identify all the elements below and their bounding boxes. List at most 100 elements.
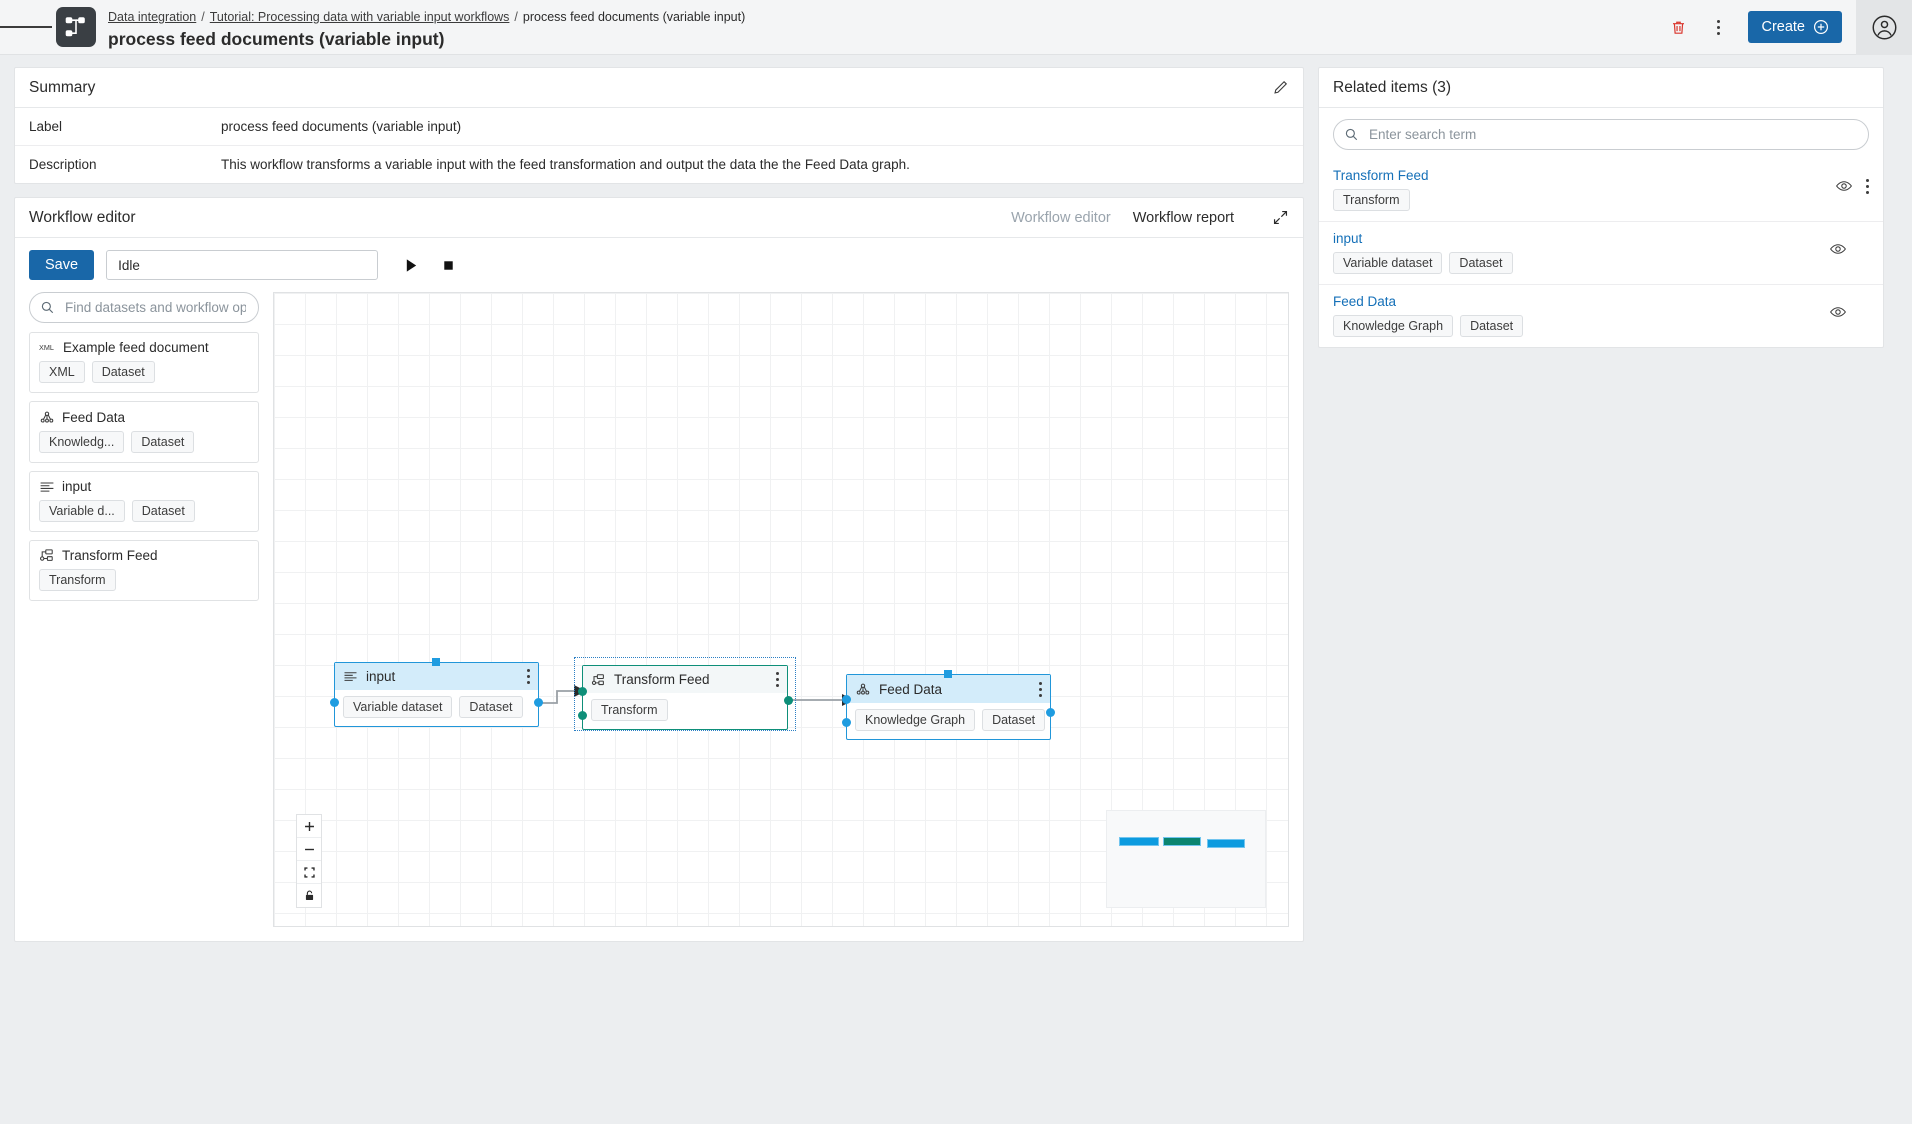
chip: Knowledge Graph [855, 709, 975, 731]
canvas-node-port-input-2[interactable] [578, 711, 587, 720]
canvas-node-label: Transform Feed [614, 672, 710, 687]
chip: Dataset [92, 361, 155, 383]
palette-item-example-feed-document[interactable]: XML Example feed document XML Dataset [29, 332, 259, 393]
search-icon [40, 300, 55, 315]
summary-key-label: Label [29, 119, 221, 134]
fit-view-icon[interactable] [297, 861, 321, 884]
canvas-controls [296, 814, 322, 908]
eye-preview-icon[interactable] [1829, 303, 1847, 321]
hamburger-icon[interactable] [0, 0, 52, 54]
tab-workflow-report[interactable]: Workflow report [1133, 210, 1234, 226]
pencil-edit-icon[interactable] [1272, 79, 1289, 96]
palette-item-transform-feed[interactable]: Transform Feed Transform [29, 540, 259, 601]
canvas-node-port-input[interactable] [578, 687, 587, 696]
search-icon [1344, 127, 1359, 142]
chip: Dataset [459, 696, 522, 718]
palette-item-chips: Transform [39, 569, 249, 591]
canvas-node-port-input[interactable] [330, 698, 339, 707]
trash-icon[interactable] [1658, 7, 1698, 47]
palette-search-input[interactable] [63, 299, 248, 316]
play-triangle-icon[interactable] [404, 258, 419, 273]
stop-square-icon[interactable] [441, 258, 456, 273]
chip: Knowledge Graph [1333, 315, 1453, 337]
eye-preview-icon[interactable] [1835, 177, 1853, 195]
canvas-node-feed-data[interactable]: Feed Data Knowledge Graph Dataset [846, 674, 1051, 740]
svg-text:XML: XML [39, 343, 54, 352]
related-item-feed-data[interactable]: Feed Data Knowledge Graph Dataset [1319, 285, 1883, 347]
canvas-node-resize-handle[interactable] [944, 670, 952, 678]
related-items-title: Related items (3) [1333, 79, 1451, 97]
chip: Dataset [132, 500, 195, 522]
related-item-transform-feed[interactable]: Transform Feed Transform [1319, 159, 1883, 222]
kebab-menu-icon[interactable] [1866, 179, 1869, 194]
chip: Dataset [131, 431, 194, 453]
create-button[interactable]: Create [1748, 11, 1842, 43]
lock-icon[interactable] [297, 884, 321, 907]
related-items-search[interactable] [1333, 119, 1869, 150]
related-item-input[interactable]: input Variable dataset Dataset [1319, 222, 1883, 285]
workflow-canvas[interactable]: input Variable dataset Dataset [273, 292, 1289, 927]
summary-value-description: This workflow transforms a variable inpu… [221, 157, 910, 172]
workflow-editor-header: Workflow editor Workflow editor Workflow… [15, 198, 1303, 238]
top-header-bar: Data integration / Tutorial: Processing da… [0, 0, 1912, 55]
related-item-link[interactable]: Transform Feed [1333, 168, 1429, 183]
palette-item-label: Example feed document [63, 340, 209, 355]
expand-diagonal-icon[interactable] [1272, 209, 1289, 226]
canvas-node-port-input[interactable] [842, 695, 851, 704]
related-items-search-input[interactable] [1367, 126, 1858, 143]
related-item-content: Feed Data Knowledge Graph Dataset [1333, 294, 1523, 337]
canvas-node-menu-icon[interactable] [776, 672, 779, 687]
title-block: Data integration / Tutorial: Processing da… [96, 0, 745, 54]
variable-dataset-icon [343, 670, 358, 683]
workflow-tabs: Workflow editor Workflow report [1011, 209, 1289, 226]
chip: Variable d... [39, 500, 125, 522]
xml-file-icon: XML [39, 341, 56, 354]
left-column: Summary Label process feed documents (va… [14, 67, 1304, 1124]
summary-value-label: process feed documents (variable input) [221, 119, 461, 134]
canvas-node-port-input-2[interactable] [842, 718, 851, 727]
plus-icon[interactable] [297, 815, 321, 838]
related-item-chips: Transform [1333, 189, 1429, 211]
canvas-node-menu-icon[interactable] [527, 669, 530, 684]
palette-item-input[interactable]: input Variable d... Dataset [29, 471, 259, 532]
save-button[interactable]: Save [29, 250, 94, 280]
chip: Transform [591, 699, 668, 721]
chip: XML [39, 361, 85, 383]
palette-item-feed-data[interactable]: Feed Data Knowledg... Dataset [29, 401, 259, 463]
canvas-node-port-output[interactable] [534, 698, 543, 707]
canvas-node-header: input [335, 663, 538, 690]
canvas-node-port-output[interactable] [784, 696, 793, 705]
breadcrumb-separator-2: / [514, 10, 517, 24]
related-items-search-wrap [1333, 119, 1869, 150]
related-items-card: Related items (3) Transform Feed Tran [1318, 67, 1884, 348]
create-button-label: Create [1761, 19, 1805, 35]
chip: Knowledg... [39, 431, 124, 453]
canvas-node-chips: Variable dataset Dataset [335, 690, 538, 726]
related-item-link[interactable]: input [1333, 231, 1513, 246]
tab-workflow-editor[interactable]: Workflow editor [1011, 210, 1111, 226]
canvas-node-port-output[interactable] [1046, 708, 1055, 717]
eye-preview-icon[interactable] [1829, 240, 1847, 258]
minus-icon[interactable] [297, 838, 321, 861]
workflow-status-value: Idle [118, 258, 140, 273]
knowledge-graph-icon [39, 409, 55, 425]
workflow-status-field[interactable]: Idle [106, 250, 378, 280]
transform-icon [591, 673, 606, 687]
canvas-node-menu-icon[interactable] [1039, 682, 1042, 697]
canvas-minimap[interactable] [1106, 810, 1266, 908]
canvas-node-resize-handle[interactable] [432, 658, 440, 666]
header-actions: Create [1658, 0, 1912, 54]
breadcrumb-link-tutorial[interactable]: Tutorial: Processing data with variable … [210, 10, 510, 24]
chip: Transform [1333, 189, 1410, 211]
summary-card: Summary Label process feed documents (va… [14, 67, 1304, 184]
canvas-node-transform-feed[interactable]: Transform Feed Transform [582, 665, 788, 730]
minimap-node-transform-feed [1163, 837, 1201, 846]
related-item-chips: Variable dataset Dataset [1333, 252, 1513, 274]
canvas-node-input[interactable]: input Variable dataset Dataset [334, 662, 539, 727]
breadcrumb-link-data-integration[interactable]: Data integration [108, 10, 196, 24]
chip: Variable dataset [1333, 252, 1442, 274]
kebab-menu-icon[interactable] [1698, 7, 1738, 47]
user-account-icon[interactable] [1856, 0, 1912, 55]
palette-search[interactable] [29, 292, 259, 323]
related-item-link[interactable]: Feed Data [1333, 294, 1523, 309]
